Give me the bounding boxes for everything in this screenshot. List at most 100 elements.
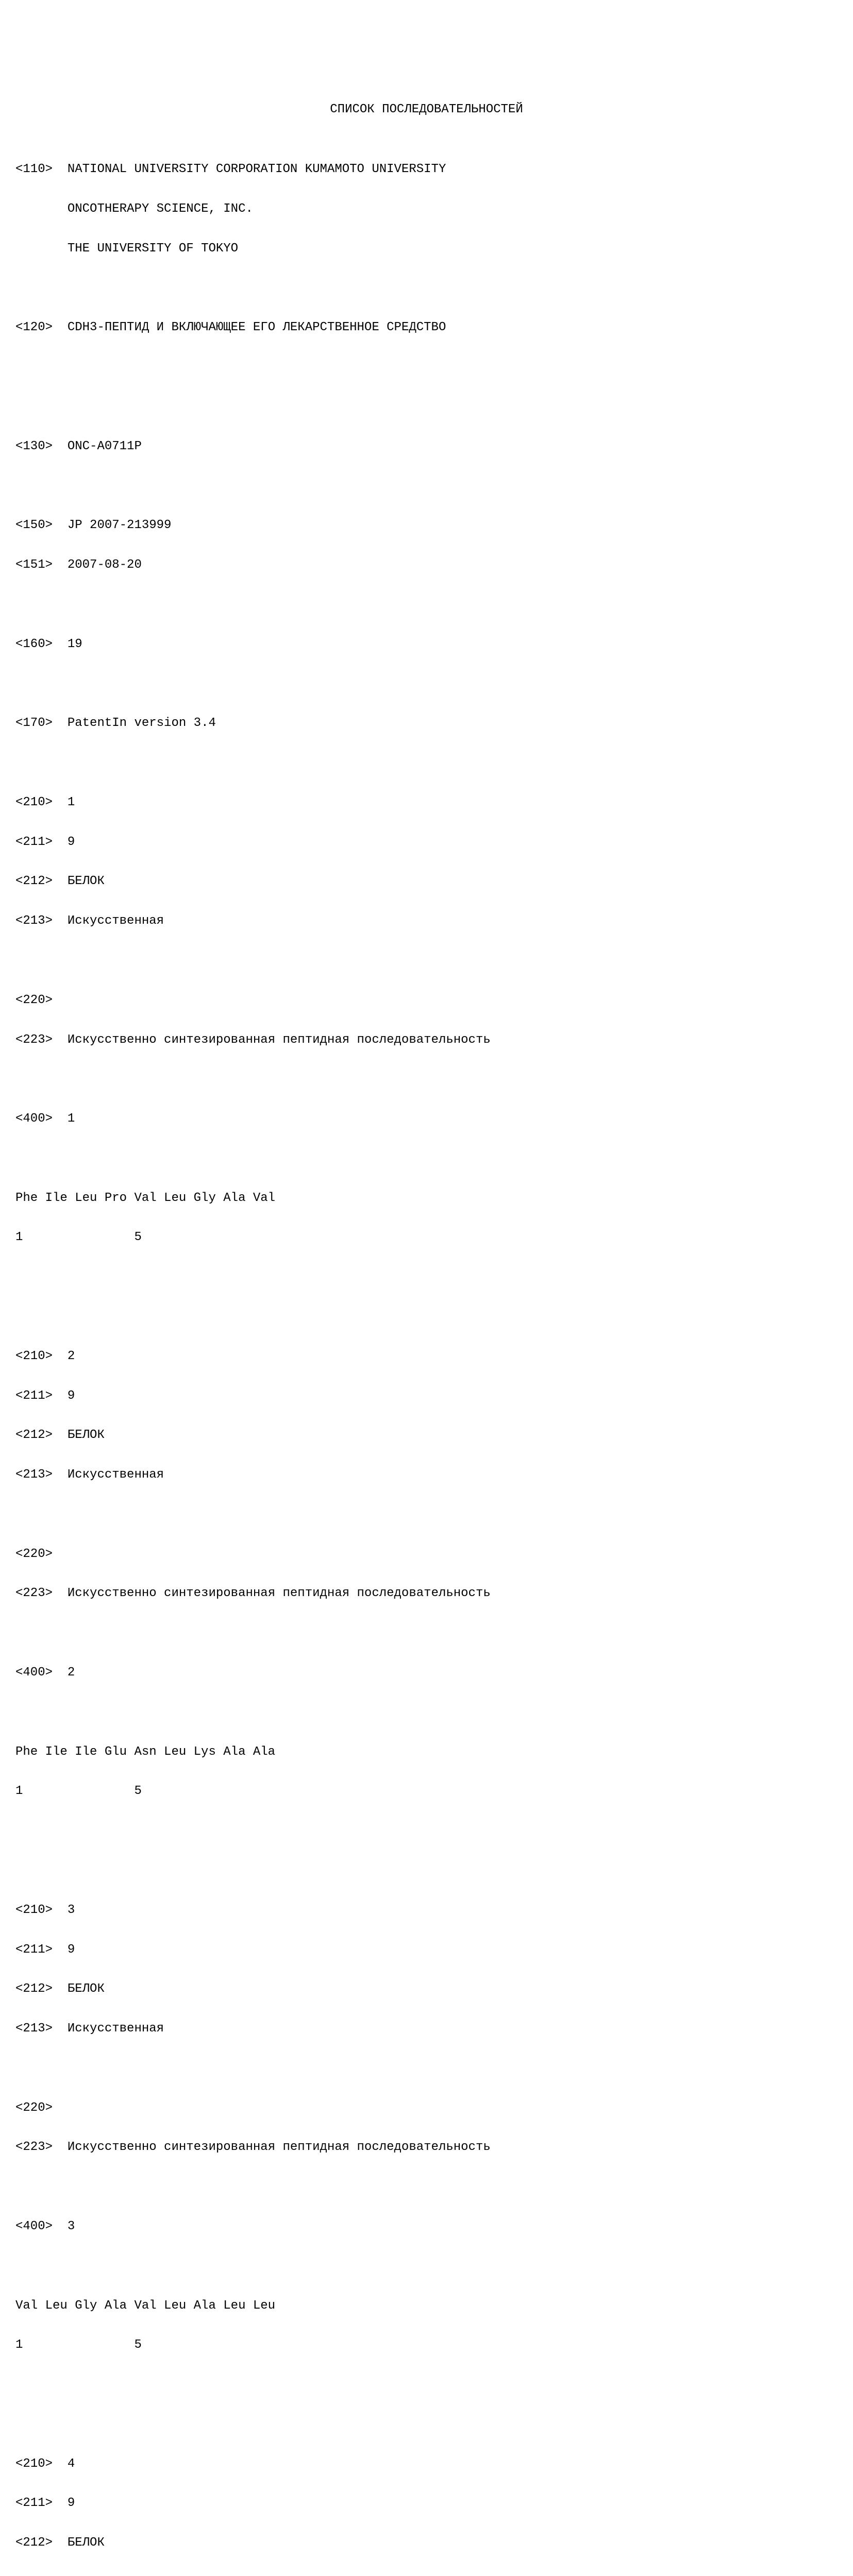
value-s4-212: БЕЛОК — [68, 2536, 105, 2550]
blank — [15, 1623, 838, 1643]
value-s1-211: 9 — [68, 835, 75, 849]
value-s4-211: 9 — [68, 2496, 75, 2510]
header-110-line2: ONCOTHERAPY SCIENCE, INC. — [15, 199, 838, 219]
tag-212: <212> — [15, 2536, 53, 2550]
value-s2-400: 2 — [68, 1666, 75, 1680]
value-s2-212: БЕЛОК — [68, 1428, 105, 1442]
header-120: <120> CDH3-ПЕПТИД И ВКЛЮЧАЮЩЕЕ ЕГО ЛЕКАР… — [15, 318, 838, 337]
seq2-223: <223> Искусственно синтезированная пепти… — [15, 1584, 838, 1603]
value-s1-400: 1 — [68, 1112, 75, 1126]
value-110-1: NATIONAL UNIVERSITY CORPORATION KUMAMOTO… — [68, 162, 446, 176]
value-s1-213: Искусственная — [68, 914, 164, 928]
blank — [15, 279, 838, 298]
blank — [15, 2375, 838, 2395]
blank — [15, 477, 838, 496]
value-s2-223: Искусственно синтезированная пептидная п… — [68, 1586, 491, 1600]
header-170: <170> PatentIn version 3.4 — [15, 714, 838, 733]
blank — [15, 2059, 838, 2078]
value-s2-213: Искусственная — [68, 1468, 164, 1482]
seq1-numbers: 1 5 — [15, 1228, 838, 1247]
seq3-220: <220> — [15, 2098, 838, 2118]
tag-223: <223> — [15, 1586, 53, 1600]
value-151: 2007-08-20 — [68, 558, 142, 572]
tag-130: <130> — [15, 439, 53, 453]
tag-212: <212> — [15, 874, 53, 888]
tag-223: <223> — [15, 2140, 53, 2154]
tag-211: <211> — [15, 1943, 53, 1957]
seq2-400: <400> 2 — [15, 1663, 838, 1683]
seq1-212: <212> БЕЛОК — [15, 872, 838, 891]
seq1-210: <210> 1 — [15, 793, 838, 812]
seq4-210: <210> 4 — [15, 2454, 838, 2474]
seq1-223: <223> Искусственно синтезированная пепти… — [15, 1030, 838, 1050]
tag-210: <210> — [15, 1903, 53, 1917]
blank — [15, 595, 838, 615]
tag-170: <170> — [15, 716, 53, 730]
tag-223: <223> — [15, 1033, 53, 1047]
tag-211: <211> — [15, 1389, 53, 1403]
seq2-211: <211> 9 — [15, 1386, 838, 1406]
tag-120: <120> — [15, 320, 53, 334]
seq3-210: <210> 3 — [15, 1901, 838, 1920]
value-s2-210: 2 — [68, 1349, 75, 1363]
seq2-213: <213> Искусственная — [15, 1465, 838, 1485]
blank — [15, 2177, 838, 2197]
blank — [15, 358, 838, 377]
tag-212: <212> — [15, 1428, 53, 1442]
value-s1-212: БЕЛОК — [68, 874, 105, 888]
value-170: PatentIn version 3.4 — [68, 716, 216, 730]
tag-110: <110> — [15, 162, 53, 176]
value-s4-210: 4 — [68, 2457, 75, 2471]
seq4-212: <212> БЕЛОК — [15, 2533, 838, 2553]
tag-210: <210> — [15, 795, 53, 809]
value-110-3: THE UNIVERSITY OF TOKYO — [68, 242, 238, 256]
tag-213: <213> — [15, 2022, 53, 2036]
tag-210: <210> — [15, 1349, 53, 1363]
tag-211: <211> — [15, 835, 53, 849]
header-110-line1: <110> NATIONAL UNIVERSITY CORPORATION KU… — [15, 160, 838, 179]
tag-210: <210> — [15, 2457, 53, 2471]
seq4-211: <211> 9 — [15, 2494, 838, 2513]
tag-150: <150> — [15, 518, 53, 532]
tag-400: <400> — [15, 1112, 53, 1126]
seq1-sequence: Phe Ile Leu Pro Val Leu Gly Ala Val — [15, 1189, 838, 1208]
value-s1-210: 1 — [68, 795, 75, 809]
seq3-211: <211> 9 — [15, 1940, 838, 1960]
seq1-400: <400> 1 — [15, 1109, 838, 1129]
blank — [15, 1821, 838, 1841]
tag-160: <160> — [15, 637, 53, 651]
tag-220: <220> — [15, 993, 53, 1007]
header-150: <150> JP 2007-213999 — [15, 516, 838, 535]
header-130: <130> ONC-A0711P — [15, 437, 838, 456]
seq2-210: <210> 2 — [15, 1347, 838, 1366]
seq3-223: <223> Искусственно синтезированная пепти… — [15, 2138, 838, 2157]
tag-213: <213> — [15, 914, 53, 928]
blank — [15, 753, 838, 773]
header-151: <151> 2007-08-20 — [15, 555, 838, 575]
seq3-numbers: 1 5 — [15, 2335, 838, 2355]
seq3-400: <400> 3 — [15, 2217, 838, 2236]
seq2-212: <212> БЕЛОК — [15, 1426, 838, 1445]
blank — [15, 1267, 838, 1287]
seq2-sequence: Phe Ile Ile Glu Asn Leu Lys Ala Ala — [15, 1742, 838, 1762]
blank — [15, 951, 838, 971]
blank — [15, 1505, 838, 1524]
value-110-2: ONCOTHERAPY SCIENCE, INC. — [68, 202, 253, 216]
value-s4-213: Искусственная — [68, 2575, 164, 2576]
seq1-211: <211> 9 — [15, 833, 838, 852]
header-110-line3: THE UNIVERSITY OF TOKYO — [15, 239, 838, 259]
value-120: CDH3-ПЕПТИД И ВКЛЮЧАЮЩЕЕ ЕГО ЛЕКАРСТВЕНН… — [68, 320, 446, 334]
seq3-sequence: Val Leu Gly Ala Val Leu Ala Leu Leu — [15, 2296, 838, 2316]
value-s3-400: 3 — [68, 2219, 75, 2233]
tag-400: <400> — [15, 2219, 53, 2233]
blank — [15, 2257, 838, 2276]
value-s3-223: Искусственно синтезированная пептидная п… — [68, 2140, 491, 2154]
tag-151: <151> — [15, 558, 53, 572]
value-s3-212: БЕЛОК — [68, 1982, 105, 1996]
value-150: JP 2007-213999 — [68, 518, 172, 532]
seq3-212: <212> БЕЛОК — [15, 1979, 838, 1999]
tag-400: <400> — [15, 1666, 53, 1680]
seq3-213: <213> Искусственная — [15, 2019, 838, 2039]
tag-213: <213> — [15, 2575, 53, 2576]
page-title: СПИСОК ПОСЛЕДОВАТЕЛЬНОСТЕЙ — [15, 100, 838, 120]
